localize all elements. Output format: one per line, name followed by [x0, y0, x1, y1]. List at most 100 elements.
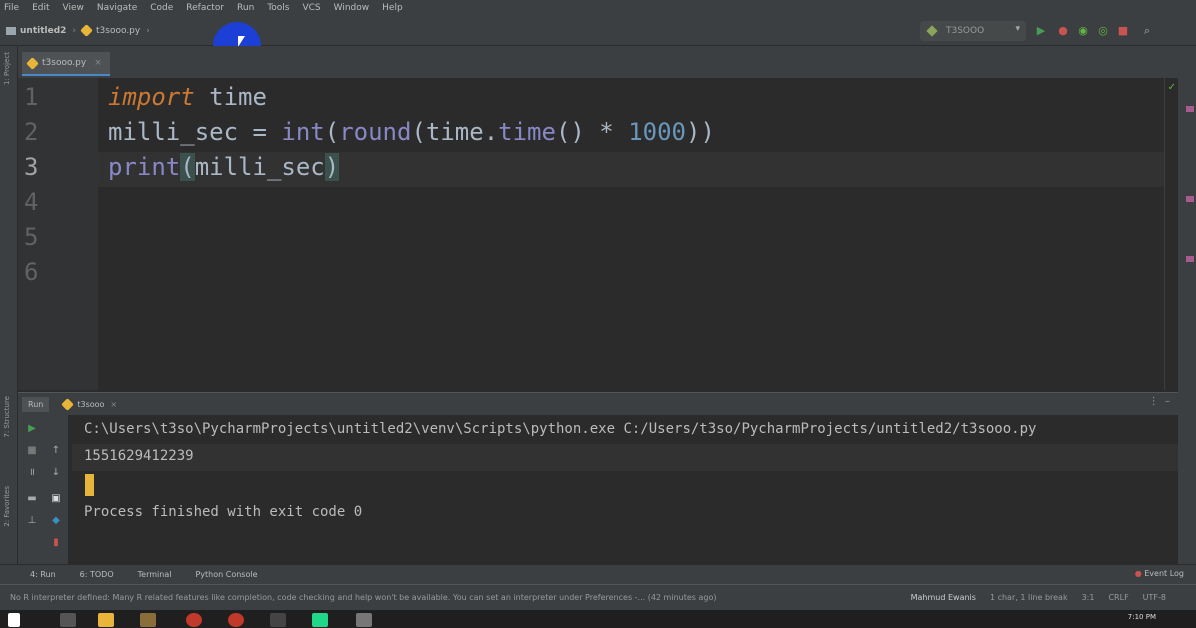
browser-icon[interactable] — [186, 613, 202, 627]
editor-tab[interactable]: t3sooo.py × — [22, 52, 110, 76]
terminal-tool-tab[interactable]: Terminal — [138, 570, 172, 579]
python-console-tool-tab-label: Python Console — [195, 570, 258, 579]
event-log-label: Event Log — [1144, 569, 1184, 578]
line-number: 6 — [24, 258, 39, 286]
project-tool-button[interactable]: 1: Project — [3, 52, 11, 85]
menu-run[interactable]: Run — [237, 3, 254, 13]
close-icon[interactable]: × — [110, 400, 117, 409]
editor-scrollbar[interactable]: ✓ — [1164, 78, 1178, 390]
python-console-tool-tab[interactable]: Python Console — [195, 570, 257, 579]
menu-tools[interactable]: Tools — [267, 3, 289, 13]
left-tool-strip: 1: Project 7: Structure 2: Favorites — [0, 46, 18, 566]
matched-paren-open: ( — [180, 153, 195, 181]
chevron-down-icon: ▾ — [1015, 24, 1020, 34]
number-literal: 1000 — [628, 118, 686, 146]
profile-icon[interactable]: ◎ — [1096, 24, 1110, 38]
breadcrumb-file[interactable]: t3sooo.py — [96, 26, 140, 36]
menu-file[interactable]: File — [4, 3, 19, 13]
rerun-icon[interactable]: ▶ — [26, 423, 38, 435]
builtin-int: int — [281, 118, 325, 146]
code-line-2: milli_sec = int(round(time.time() * 1000… — [108, 115, 715, 150]
menu-edit[interactable]: Edit — [32, 3, 49, 13]
console-line: 1551629412239 — [84, 448, 194, 464]
breadcrumb: untitled2 › t3sooo.py › — [6, 24, 156, 37]
coverage-icon[interactable]: ◉ — [1076, 24, 1090, 38]
pycharm-icon[interactable] — [312, 613, 328, 627]
arrow-down-icon[interactable]: ↓ — [50, 467, 62, 479]
check-icon: ✓ — [1167, 82, 1176, 93]
browser-icon[interactable] — [228, 613, 244, 627]
code-text: () * — [555, 118, 629, 146]
console-current-line — [72, 444, 1178, 471]
scroll-marker — [1186, 106, 1194, 112]
scroll-to-end-icon[interactable]: ◆ — [50, 515, 62, 527]
scroll-marker — [1186, 196, 1194, 202]
line-number: 1 — [24, 83, 39, 111]
menu-navigate[interactable]: Navigate — [97, 3, 137, 13]
editor-tab-label: t3sooo.py — [42, 58, 87, 68]
line-number: 3 — [24, 153, 39, 181]
code-editor[interactable]: 1 2 3 4 5 6 import time milli_sec = int(… — [18, 78, 1178, 390]
stop-icon[interactable]: ■ — [26, 445, 38, 457]
run-tool-tab[interactable]: 4: Run — [30, 570, 56, 579]
stop-icon[interactable]: ■ — [1116, 24, 1130, 38]
console-line: Process finished with exit code 0 — [84, 504, 363, 520]
taskbar-app-icon[interactable] — [356, 613, 372, 627]
status-encoding[interactable]: UTF-8 — [1143, 593, 1166, 602]
search-icon[interactable]: ⌕ — [1140, 24, 1154, 38]
python-file-icon — [61, 397, 75, 411]
menu-view[interactable]: View — [63, 3, 84, 13]
console-output[interactable]: C:\Users\t3so\PycharmProjects\untitled2\… — [72, 415, 1178, 565]
run-tab-label: t3sooo — [77, 399, 105, 409]
pause-icon[interactable]: ॥ — [26, 467, 38, 479]
menu-vcs[interactable]: VCS — [302, 3, 320, 13]
menu-bar: File Edit View Navigate Code Refactor Ru… — [0, 0, 1196, 16]
soft-wrap-icon[interactable]: ▬ — [26, 493, 38, 505]
windows-start-icon[interactable] — [8, 613, 20, 627]
builtin-round: round — [339, 118, 412, 146]
favorites-tool-button[interactable]: 2: Favorites — [3, 486, 11, 527]
status-widgets: Mahmud Ewanis 1 char, 1 line break 3:1 C… — [897, 593, 1166, 602]
menu-help[interactable]: Help — [382, 3, 403, 13]
taskbar-app-icon[interactable] — [270, 613, 286, 627]
code-text: ( — [324, 118, 340, 146]
close-icon[interactable]: × — [94, 58, 102, 68]
folder-icon[interactable] — [98, 613, 114, 627]
builtin-print: print — [108, 153, 181, 181]
os-taskbar: 7:10 PM — [0, 610, 1196, 628]
event-log-button[interactable]: ● Event Log — [1135, 569, 1184, 578]
taskbar-app-icon[interactable] — [60, 613, 76, 627]
python-config-icon — [926, 25, 938, 37]
taskbar-app-icon[interactable] — [140, 613, 156, 627]
status-line-separator[interactable]: CRLF — [1108, 593, 1128, 602]
code-text: (time. — [411, 118, 499, 146]
menu-refactor[interactable]: Refactor — [186, 3, 224, 13]
keyword-import: import — [108, 83, 195, 111]
trash-icon[interactable]: ▮ — [50, 537, 62, 549]
run-tool-window: Run t3sooo × ⋮ – ▶ ■ ॥ ↑ ↓ ▬ ▣ ⊥ ◆ ▮ C:\… — [18, 392, 1178, 565]
status-position[interactable]: 3:1 — [1082, 593, 1095, 602]
settings-icon[interactable]: ⋮ – — [1149, 396, 1170, 407]
python-file-icon — [26, 56, 39, 70]
code-text: milli_sec = — [108, 118, 282, 146]
arrow-up-icon[interactable]: ↑ — [50, 445, 62, 457]
run-tool-tab-label: 4: Run — [30, 570, 56, 579]
structure-tool-button[interactable]: 7: Structure — [3, 396, 11, 438]
run-configuration-select[interactable]: T3SOOO ▾ — [920, 21, 1026, 41]
pin-icon[interactable]: ⊥ — [26, 515, 38, 527]
chevron-right-icon: › — [72, 25, 77, 36]
taskbar-clock[interactable]: 7:10 PM — [1128, 613, 1156, 621]
status-message[interactable]: No R interpreter defined: Many R related… — [10, 593, 716, 602]
status-user: Mahmud Ewanis — [910, 593, 976, 602]
debug-icon[interactable]: ● — [1056, 24, 1070, 38]
code-text: )) — [686, 118, 715, 146]
run-icon[interactable]: ▶ — [1034, 24, 1048, 38]
run-tab[interactable]: t3sooo × — [61, 397, 117, 411]
menu-window[interactable]: Window — [334, 3, 370, 13]
todo-tool-tab[interactable]: 6: TODO — [80, 570, 114, 579]
scroll-marker — [1186, 256, 1194, 262]
breadcrumb-project[interactable]: untitled2 — [20, 26, 66, 36]
python-file-icon — [80, 24, 93, 37]
menu-code[interactable]: Code — [150, 3, 173, 13]
print-icon[interactable]: ▣ — [50, 493, 62, 505]
